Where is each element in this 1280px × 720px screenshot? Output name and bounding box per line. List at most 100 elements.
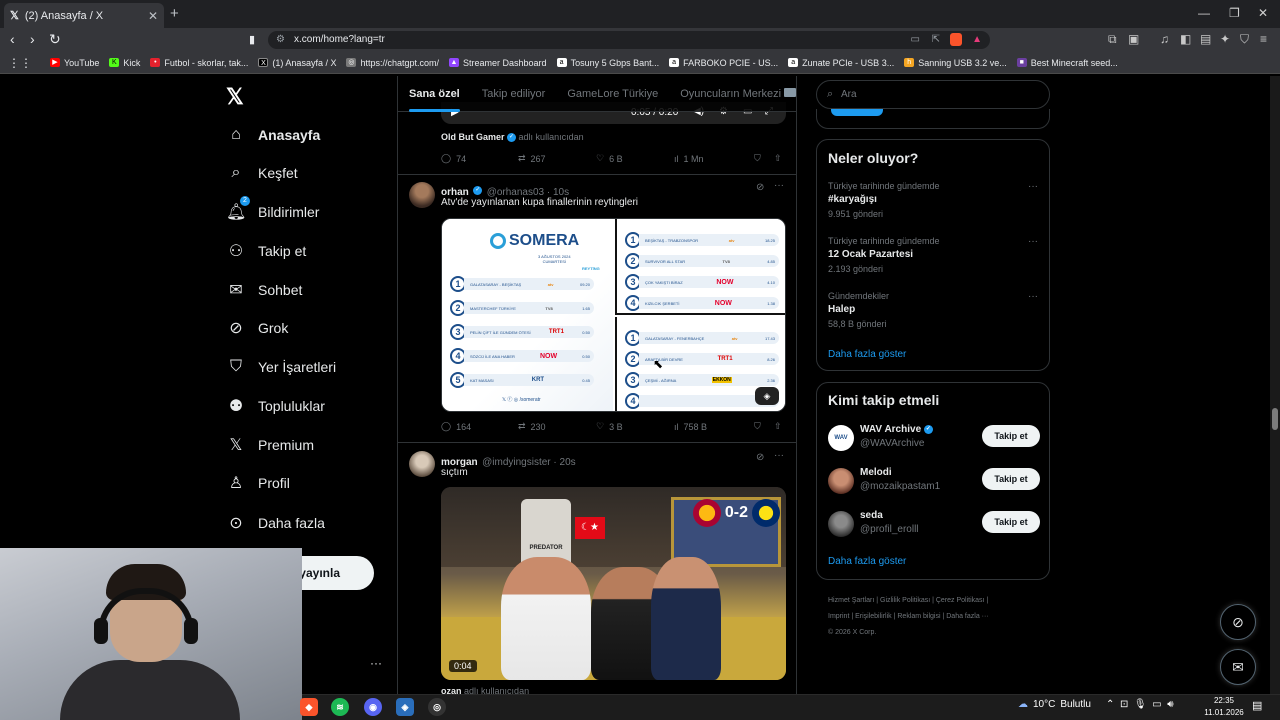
discord-taskbar-icon[interactable]: ◉ [364, 698, 382, 716]
bookmark-item[interactable]: ▶ YouTube [50, 58, 99, 68]
trend-more-icon[interactable]: ··· [1028, 236, 1038, 247]
weather-widget[interactable]: ☁ 10°C Bulutlu [1018, 699, 1091, 710]
tab-gamelore[interactable]: GameLore Türkiye [556, 88, 669, 100]
notification-center-icon[interactable]: ▤ [1252, 699, 1262, 712]
tab-for-you[interactable]: Sana özel [398, 88, 471, 112]
image-alt-icon[interactable]: ◈ [755, 387, 779, 405]
grok-fab-button[interactable]: ⊘ [1220, 604, 1256, 640]
volume-icon[interactable]: 🔊︎ [1167, 699, 1173, 710]
trend-name[interactable]: 12 Ocak Pazartesi [828, 249, 913, 260]
brave-rewards-icon[interactable]: ▲ [972, 31, 982, 49]
search-input[interactable]: ⌕ Ara [816, 80, 1050, 109]
footer-links[interactable]: Imprint | Erişilebilirlik | Reklam bilgi… [828, 609, 1048, 625]
scrollbar[interactable] [1270, 76, 1280, 694]
follow-button[interactable]: Takip et [982, 425, 1040, 447]
sidebar-panel-icon[interactable]: ▣ [1128, 32, 1139, 46]
minimize-icon[interactable]: — [1198, 6, 1210, 20]
reading-list-icon[interactable]: ◧ [1180, 32, 1191, 46]
follow-button[interactable]: Takip et [982, 468, 1040, 490]
tweet-image-top-right[interactable]: 1 BEŞİKTAŞ - TRABZONSPOR atv 18.25 2 SURVIVO… [615, 219, 785, 315]
bookmark-page-icon[interactable]: ▮ [249, 33, 255, 46]
trends-show-more-link[interactable]: Daha fazla göster [828, 349, 906, 360]
bookmark-item[interactable]: a Tosuny 5 Gbps Bant... [556, 58, 659, 68]
nav-item-chat[interactable]: ✉ Sohbet [226, 278, 302, 302]
nav-item-explore[interactable]: ⌕ Keşfet [226, 161, 298, 185]
tab-oyuncularin-merkezi[interactable]: Oyuncuların Merkezi [669, 87, 796, 100]
repost-button[interactable]: ⇄ 230 [518, 421, 596, 432]
apps-grid-icon[interactable]: ⋮⋮ [8, 56, 32, 70]
bookmark-item[interactable]: ■ Best Minecraft seed... [1016, 58, 1118, 68]
tweet-image-left[interactable]: SOMERA 3 AĞUSTOS 2024 CUMARTESİ REYTİNG 1… [442, 219, 613, 411]
new-tab-button[interactable]: + [170, 5, 179, 22]
microphone-icon[interactable]: 🎙︎ [1134, 699, 1147, 710]
views-button[interactable]: ıl 1 Mn [674, 154, 754, 164]
trend-more-icon[interactable]: ··· [1028, 291, 1038, 302]
share-button[interactable]: ⇧ [774, 421, 782, 432]
forward-icon[interactable]: › [30, 31, 35, 47]
nav-item-home[interactable]: ⌂ Anasayfa [226, 123, 320, 147]
reply-button[interactable]: ◯ 164 [441, 421, 518, 432]
footer-links[interactable]: Hizmet Şartları | Gizlilik Politikası | … [828, 593, 1048, 609]
tweet-image-bottom-right[interactable]: 1 GALATASARAY - FENERBAHÇE atv 17.43 2 ARAFT… [615, 317, 785, 411]
vpn-icon[interactable]: ⛉ [1240, 32, 1249, 47]
nav-item-grok[interactable]: ⊘ Grok [226, 316, 288, 340]
views-button[interactable]: ıl 758 B [674, 422, 754, 432]
follow-button[interactable]: Takip et [982, 511, 1040, 533]
like-button[interactable]: ♡ 6 B [596, 153, 674, 164]
system-tray[interactable]: ⌃ ⊡ 🎙︎ ▭ 🔊︎ [1106, 699, 1174, 710]
subscribe-button[interactable] [831, 109, 883, 116]
menu-icon[interactable]: ≡ [1260, 32, 1267, 46]
nav-item-follow[interactable]: ⚇ Takip et [226, 239, 306, 263]
reply-button[interactable]: ◯ 74 [441, 153, 518, 164]
trend-more-icon[interactable]: ··· [1028, 181, 1038, 192]
bookmark-item[interactable]: X (1) Anasayfa / X [258, 58, 336, 68]
tweet-more-icon[interactable]: ··· [774, 180, 784, 191]
spotify-taskbar-icon[interactable]: ≋ [331, 698, 349, 716]
bookmark-item[interactable]: K Kick [109, 58, 140, 68]
share-button[interactable]: ⇧ [774, 153, 782, 164]
brave-taskbar-icon[interactable]: ◆ [300, 698, 318, 716]
window-close-icon[interactable]: ✕ [1258, 6, 1268, 20]
back-icon[interactable]: ‹ [10, 31, 15, 47]
nav-item-bookmarks[interactable]: ⛉ Yer İşaretleri [226, 355, 336, 379]
bookmark-item[interactable]: a Zunate PCIe - USB 3... [788, 58, 894, 68]
tweet-image-grid[interactable]: SOMERA 3 AĞUSTOS 2024 CUMARTESİ REYTİNG 1… [441, 218, 786, 412]
browser-tab-active[interactable]: 𝕏 (2) Anasayfa / X ✕ [4, 3, 164, 28]
who-show-more-link[interactable]: Daha fazla göster [828, 556, 906, 567]
url-bar[interactable]: ⚙ x.com/home?lang=tr ▭ ⇱ ▲ [268, 31, 990, 49]
bookmark-item[interactable]: a FARBOKO PCIE - US... [669, 58, 778, 68]
bookmark-button[interactable]: ⛉ [754, 153, 774, 164]
display-icon[interactable]: ▭ [1152, 699, 1161, 710]
system-clock[interactable]: 22:35 11.01.2026 [1196, 695, 1252, 719]
tab-close-icon[interactable]: ✕ [148, 9, 158, 23]
app-taskbar-icon[interactable]: ◈ [396, 698, 414, 716]
network-icon[interactable]: ⊡ [1120, 699, 1128, 710]
bookmark-item[interactable]: ◎ https://chatgpt.com/ [346, 58, 439, 68]
avatar[interactable] [828, 468, 854, 494]
restore-icon[interactable]: ❐ [1229, 6, 1240, 20]
avatar[interactable] [828, 511, 854, 537]
like-button[interactable]: ♡ 3 B [596, 421, 674, 432]
avatar[interactable] [409, 182, 435, 208]
wallet-icon[interactable]: ▤ [1200, 32, 1211, 46]
x-logo-icon[interactable]: 𝕏 [226, 84, 244, 110]
avatar[interactable]: WAV [828, 425, 854, 451]
reload-icon[interactable]: ↻ [49, 31, 61, 48]
trend-name[interactable]: Halep [828, 304, 855, 315]
tweet-author-handle[interactable]: @imdyingsister · 20s [482, 457, 576, 468]
leo-ai-icon[interactable]: ✦ [1220, 32, 1230, 46]
tweet-video[interactable]: PREDATOR ☾★ 0-2 0:04 [441, 487, 786, 680]
bookmark-button[interactable]: ⛉ [754, 421, 774, 432]
account-more-icon[interactable]: ··· [370, 656, 382, 670]
brave-shield-icon[interactable] [950, 33, 962, 46]
nav-item-more[interactable]: ⊙ Daha fazla [226, 511, 325, 535]
bookmark-item[interactable]: • Futbol - skorlar, tak... [150, 58, 248, 68]
share-icon[interactable]: ⇱ [932, 31, 940, 49]
avatar[interactable] [409, 451, 435, 477]
messages-fab-button[interactable]: ✉ [1220, 649, 1256, 685]
extensions-icon[interactable]: ⧉ [1108, 32, 1117, 47]
grok-explain-icon[interactable]: ⊘ [756, 452, 764, 463]
nav-item-communities[interactable]: ⚉ Topluluklar [226, 394, 325, 418]
nav-item-profile[interactable]: ♙ Profil [226, 471, 290, 495]
bookmark-item[interactable]: ▲ Streamer Dashboard [449, 58, 547, 68]
